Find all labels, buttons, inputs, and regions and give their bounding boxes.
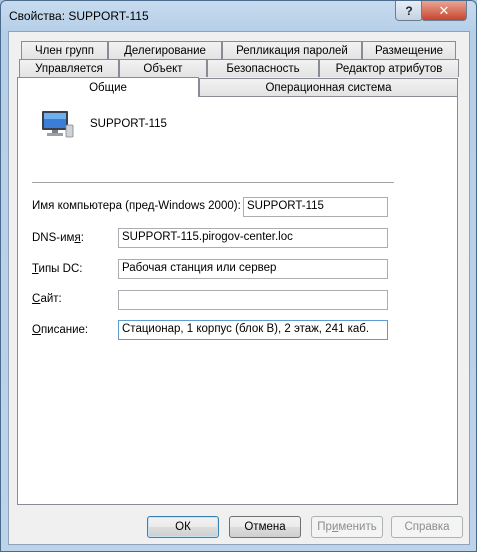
tab-managed-by[interactable]: Управляется	[19, 59, 119, 77]
description-field[interactable]: Стационар, 1 корпус (блок В), 2 этаж, 24…	[118, 320, 388, 340]
tab-attribute-editor[interactable]: Редактор атрибутов	[319, 59, 459, 77]
cancel-button[interactable]: Отмена	[229, 516, 301, 538]
tab-member-of[interactable]: Член групп	[21, 41, 108, 59]
help-icon[interactable]: ?	[395, 1, 423, 21]
window-title: Свойства: SUPPORT-115	[9, 9, 149, 23]
dc-type-field[interactable]: Рабочая станция или сервер	[118, 259, 388, 279]
description-label: Описание:	[32, 324, 89, 336]
computer-name: SUPPORT-115	[90, 118, 167, 130]
title-bar[interactable]: Свойства: SUPPORT-115 ? ✕	[1, 1, 476, 31]
dc-type-label: Типы DC:	[32, 263, 83, 275]
tab-object[interactable]: Объект	[119, 59, 207, 77]
apply-button[interactable]: Пр и менить	[311, 516, 383, 538]
dns-name-field[interactable]: SUPPORT-115.pirogov-center.loc	[118, 228, 388, 248]
pre2000-name-field[interactable]: SUPPORT-115	[243, 197, 388, 217]
help-button[interactable]: Справка	[391, 516, 463, 538]
tab-security[interactable]: Безопасность	[207, 59, 319, 77]
properties-dialog: Свойства: SUPPORT-115 ? ✕ Член групп Дел…	[0, 0, 477, 552]
dialog-client-area: Член групп Делегирование Репликация паро…	[8, 31, 470, 545]
general-tab-panel: SUPPORT-115 Имя компьютера (пред-Windows…	[17, 96, 458, 505]
ok-button[interactable]: ОК	[147, 516, 219, 538]
tab-operating-system[interactable]: Операционная система	[199, 78, 458, 96]
site-label: Сайт:	[32, 293, 62, 305]
tab-delegation[interactable]: Делегирование	[108, 41, 222, 59]
tab-general[interactable]: Общие	[17, 77, 199, 97]
close-icon[interactable]: ✕	[421, 1, 467, 21]
computer-icon	[42, 111, 74, 138]
tab-password-replication[interactable]: Репликация паролей	[222, 41, 362, 59]
tab-location[interactable]: Размещение	[362, 41, 456, 59]
site-field[interactable]	[118, 290, 388, 310]
dns-name-label: DNS-имя:	[32, 232, 84, 244]
pre2000-name-label: Имя компьютера (пред-Windows 2000):	[32, 200, 241, 212]
